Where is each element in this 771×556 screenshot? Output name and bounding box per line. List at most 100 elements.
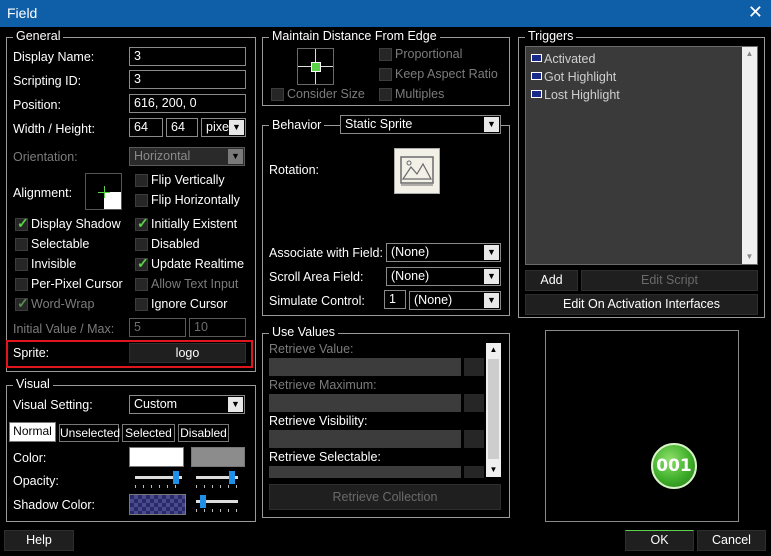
ok-button[interactable]: OK: [625, 530, 694, 551]
help-button[interactable]: Help: [4, 530, 74, 551]
scroll-area-label: Scroll Area Field:: [269, 270, 364, 284]
cancel-button[interactable]: Cancel: [697, 530, 766, 551]
title-bar: Field ✕: [0, 0, 771, 27]
max-value-input: 10: [189, 318, 246, 337]
disabled-label: Disabled: [151, 237, 200, 251]
scripting-id-input[interactable]: 3: [129, 70, 246, 89]
flip-horizontally-checkbox[interactable]: [135, 194, 148, 207]
retrieve-selectable-extra[interactable]: [464, 466, 484, 478]
alignment-label: Alignment:: [13, 186, 73, 200]
behavior-type-select[interactable]: Static Sprite ▼: [340, 115, 501, 134]
scroll-up-icon[interactable]: ▲: [486, 343, 501, 357]
retrieve-maximum-extra: [464, 394, 484, 412]
triggers-scrollbar[interactable]: ▲ ▼: [742, 47, 757, 264]
proportional-checkbox: [379, 48, 392, 61]
update-realtime-checkbox[interactable]: ✓: [135, 255, 149, 271]
chevron-down-icon: ▼: [484, 117, 499, 132]
behavior-type-value: Static Sprite: [345, 117, 413, 131]
secondary-color-swatch[interactable]: [191, 447, 245, 467]
shadow-color-swatch[interactable]: [129, 494, 186, 515]
rotation-image-button[interactable]: [394, 148, 440, 194]
use-values-legend: Use Values: [269, 325, 338, 339]
scroll-thumb[interactable]: [488, 359, 499, 459]
landscape-icon: [400, 156, 434, 186]
opacity-slider[interactable]: [135, 471, 182, 488]
flip-vertically-checkbox[interactable]: [135, 174, 148, 187]
shadow-opacity-slider-thumb[interactable]: [200, 495, 206, 508]
tab-normal[interactable]: Normal: [9, 422, 56, 442]
ignore-cursor-checkbox[interactable]: [135, 298, 148, 311]
shadow-opacity-slider[interactable]: [196, 495, 238, 512]
flip-vertically-label: Flip Vertically: [151, 173, 225, 187]
close-icon[interactable]: ✕: [748, 2, 763, 23]
visual-setting-select[interactable]: Custom ▼: [129, 395, 245, 414]
sprite-button[interactable]: logo: [129, 343, 246, 363]
add-trigger-button[interactable]: Add: [525, 270, 578, 291]
secondary-opacity-slider[interactable]: [196, 471, 238, 488]
selectable-checkbox[interactable]: [15, 238, 28, 251]
tab-selected[interactable]: Selected: [122, 424, 175, 442]
scroll-up-icon[interactable]: ▲: [742, 47, 757, 61]
check-icon: ✓: [137, 215, 149, 231]
opacity-slider-thumb[interactable]: [173, 471, 179, 484]
alignment-picker[interactable]: [85, 173, 122, 210]
update-realtime-label: Update Realtime: [151, 257, 245, 271]
display-name-input[interactable]: 3: [129, 47, 246, 66]
color-swatch[interactable]: [129, 447, 184, 467]
ignore-cursor-label: Ignore Cursor: [151, 297, 228, 311]
retrieve-selectable-field[interactable]: [269, 466, 461, 478]
disabled-checkbox[interactable]: [135, 238, 148, 251]
per-pixel-cursor-label: Per-Pixel Cursor: [31, 277, 123, 291]
scroll-down-icon[interactable]: ▼: [742, 250, 757, 264]
opacity-slider-ticks: [135, 485, 182, 488]
sprite-label: Sprite:: [13, 346, 50, 360]
triggers-list[interactable]: Activated Got Highlight Lost Highlight ▲…: [525, 46, 758, 265]
visual-setting-label: Visual Setting:: [13, 398, 93, 412]
simulate-control-label: Simulate Control:: [269, 294, 365, 308]
shadow-opacity-slider-ticks: [196, 509, 238, 512]
width-input[interactable]: 64: [129, 118, 163, 137]
position-input[interactable]: 616, 200, 0: [129, 94, 246, 113]
simulate-control-select[interactable]: (None) ▼: [409, 291, 501, 310]
display-name-label: Display Name:: [13, 50, 95, 64]
edge-center-marker: [311, 62, 321, 72]
allow-text-input-label: Allow Text Input: [151, 277, 239, 291]
check-icon: ✓: [17, 215, 29, 231]
trigger-label: Got Highlight: [544, 70, 617, 84]
scroll-down-icon[interactable]: ▼: [486, 463, 501, 477]
invisible-label: Invisible: [31, 257, 77, 271]
sprite-preview: 001: [545, 330, 739, 522]
unit-select[interactable]: pixe ▼: [201, 118, 246, 137]
keep-aspect-label: Keep Aspect Ratio: [395, 67, 498, 81]
display-shadow-checkbox[interactable]: ✓: [15, 215, 29, 231]
tab-unselected[interactable]: Unselected: [59, 424, 120, 442]
use-values-scrollbar[interactable]: ▲ ▼: [486, 343, 501, 477]
simulate-control-number[interactable]: 1: [384, 290, 406, 309]
scroll-area-select[interactable]: (None) ▼: [386, 267, 501, 286]
alignment-quadrant: [104, 192, 121, 209]
visual-tabs: Normal Unselected Selected Disabled: [9, 422, 229, 444]
per-pixel-cursor-checkbox[interactable]: [15, 278, 28, 291]
window-title: Field: [7, 5, 38, 21]
behavior-legend: Behavior: [269, 118, 325, 132]
secondary-opacity-slider-thumb[interactable]: [229, 471, 235, 484]
edit-activation-interfaces-button[interactable]: Edit On Activation Interfaces: [525, 294, 758, 315]
logo-badge-text: 001: [656, 456, 692, 476]
orientation-select: Horizontal ▼: [129, 147, 245, 166]
selectable-label: Selectable: [31, 237, 90, 251]
word-wrap-label: Word-Wrap: [31, 297, 95, 311]
edge-distance-picker[interactable]: [297, 48, 334, 85]
orientation-label: Orientation:: [13, 150, 78, 164]
invisible-checkbox[interactable]: [15, 258, 28, 271]
initially-existent-checkbox[interactable]: ✓: [135, 215, 149, 231]
retrieve-visibility-field[interactable]: [269, 430, 461, 448]
retrieve-maximum-label: Retrieve Maximum:: [269, 378, 377, 392]
color-label: Color:: [13, 451, 47, 465]
initial-value-input: 5: [129, 318, 186, 337]
visual-setting-value: Custom: [134, 397, 178, 411]
height-input[interactable]: 64: [166, 118, 198, 137]
retrieve-visibility-extra[interactable]: [464, 430, 484, 448]
tab-disabled[interactable]: Disabled: [178, 424, 229, 442]
associate-field-select[interactable]: (None) ▼: [386, 243, 501, 262]
chevron-down-icon: ▼: [484, 269, 499, 284]
